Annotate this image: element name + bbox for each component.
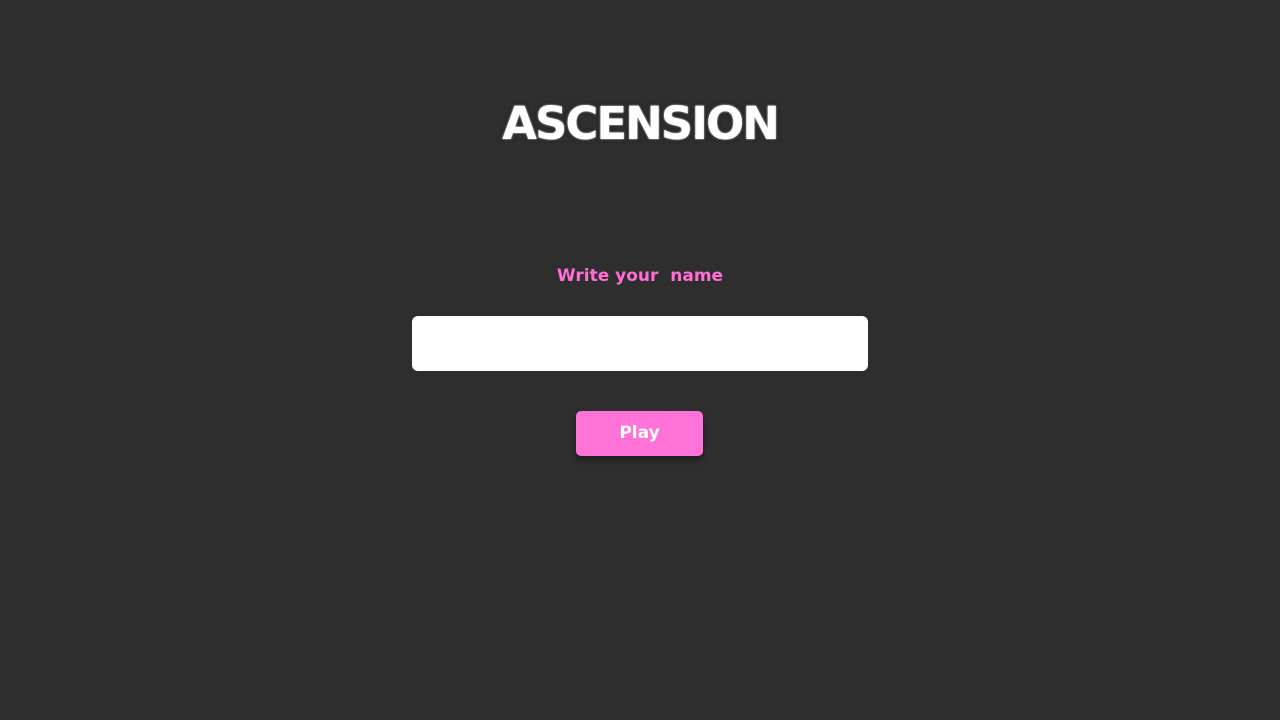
name-input[interactable]: [412, 316, 868, 371]
app-logo-title: ASCENSION: [502, 97, 780, 150]
login-screen: { "app": { "title": "ASCENSION" }, "form…: [0, 0, 1280, 720]
play-button[interactable]: Play: [576, 411, 703, 456]
name-prompt-label: Write your name: [556, 266, 724, 286]
